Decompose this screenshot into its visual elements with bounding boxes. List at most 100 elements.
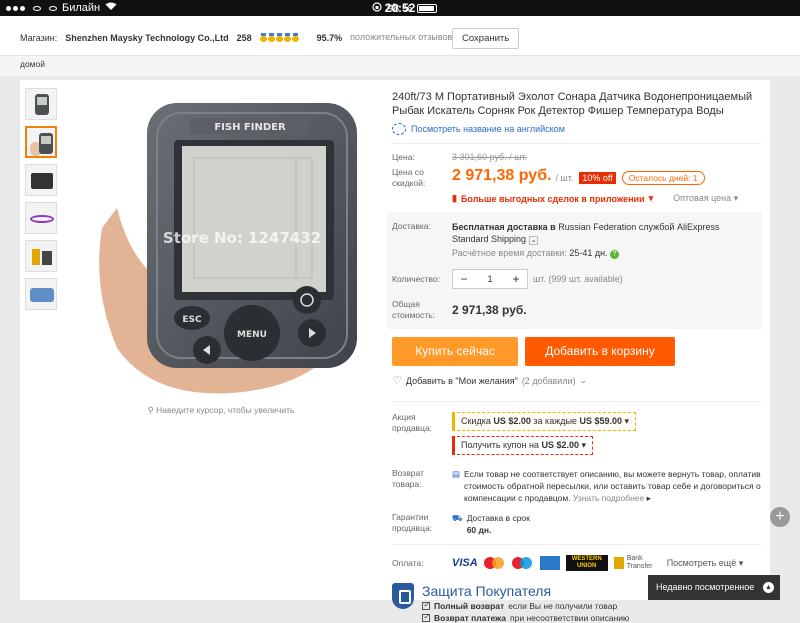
shipping-country[interactable]: Russian Federation (558, 222, 636, 232)
coupon-mid: за каждые (533, 416, 577, 426)
see-more-payments-link[interactable]: Посмотреть ещё ▾ (667, 558, 744, 569)
store-header: Магазин: Shenzhen Maysky Technology Co.,… (0, 16, 800, 56)
thumbnail-device-front[interactable] (25, 88, 57, 120)
chevron-up-icon[interactable]: ▲ (763, 582, 774, 593)
price-label: Цена: (392, 152, 415, 162)
battery-percent: 98 % (387, 2, 413, 15)
available-quantity: шт. (999 шт. available) (533, 274, 623, 284)
chevron-down-icon: ▾ (648, 193, 654, 203)
store-name-link[interactable]: Shenzhen Maysky Technology Co.,Ltd (65, 33, 228, 43)
app-deals-link[interactable]: ▮ Больше выгодных сделок в приложении ▾ (452, 193, 653, 204)
checkbox-icon (422, 600, 430, 610)
payment-label: Оплата: (392, 557, 424, 568)
protection-item-title: Полный возврат (434, 601, 505, 611)
shipping-service-prefix: службой (638, 222, 675, 232)
thumbnail-list (25, 88, 57, 316)
guarantee-label: Гарантии продавца: (392, 512, 433, 533)
see-more-text: Посмотреть ещё (666, 557, 737, 568)
recently-viewed-bar[interactable]: Недавно посмотренное ▲ (648, 575, 780, 600)
get-coupon-button[interactable]: Получить купон на US $2.00 ▾ (452, 436, 594, 455)
thumbnail-batteries[interactable] (25, 240, 57, 272)
days-left-badge: Осталось дней: 1 (621, 171, 705, 185)
translate-icon (392, 123, 406, 135)
protection-item-text: при несоответствии описанию (510, 613, 630, 623)
shield-icon (392, 583, 414, 609)
quantity-label: Количество: (392, 273, 441, 284)
price-unit: / шт. (555, 173, 574, 183)
chevron-down-icon: ▾ (624, 416, 630, 426)
protection-item-text: если Вы не получили товар (508, 601, 618, 611)
positive-feedback-dropdown[interactable]: положительных отзывов ⌄ (350, 32, 462, 43)
price-box: Цена: 3 301,60 руб. / шт. Цена со скидко… (392, 143, 762, 204)
device-label: FISH FINDER (214, 122, 286, 133)
view-english-title-link[interactable]: Посмотреть название на английском (392, 123, 762, 135)
original-price: 3 301,60 руб. / шт. (452, 152, 528, 162)
buy-now-button[interactable]: Купить сейчас (392, 337, 518, 366)
thumbnail-kit[interactable] (25, 278, 57, 310)
checkbox-icon (422, 612, 430, 622)
mastercard-icon (483, 556, 506, 570)
positive-feedback-label: положительных отзывов (350, 32, 453, 42)
heart-icon: ♡ (392, 375, 402, 387)
increase-quantity-button[interactable]: + (505, 272, 527, 286)
visa-icon: VISA (452, 557, 478, 569)
zoom-hint-text: Наведите курсор, чтобы увеличить (156, 405, 295, 415)
add-to-cart-button[interactable]: Добавить в корзину (525, 337, 675, 366)
promo-label: Акция продавца: (392, 412, 433, 433)
get-coupon-amount: US $2.00 (541, 440, 579, 450)
quantity-input[interactable]: 1 (475, 274, 505, 284)
discount-coupon[interactable]: Скидка US $2.00 за каждые US $59.00 ▾ (452, 412, 637, 431)
product-panel: FISH FINDER ESC MENU Store No: 1247432 ⚲… (20, 80, 770, 623)
buyer-protection-title: Защита Покупателя (422, 583, 552, 599)
discount-badge: 10% off (579, 172, 616, 184)
zoom-hint: ⚲ Наведите курсор, чтобы увеличить (62, 405, 380, 416)
protection-item: Возврат платежапри несоответствии описан… (422, 612, 630, 623)
on-time-delivery-days: 60 дн. (466, 525, 492, 535)
seller-promotions: Акция продавца: Скидка US $2.00 за кажды… (392, 401, 762, 460)
view-english-title-text: Посмотреть название на английском (411, 124, 565, 134)
maestro-icon (511, 556, 534, 570)
delivery-eta: 25-41 дн. (569, 248, 608, 258)
thumbnail-device-in-hand[interactable] (25, 126, 57, 158)
thumbnail-package[interactable] (25, 164, 57, 196)
bank-transfer-icon: Bank Transfer (613, 555, 655, 571)
quantity-stepper: − 1 + (452, 269, 528, 289)
chevron-down-icon: ▾ (581, 440, 587, 450)
add-to-wishlist-link[interactable]: ♡ Добавить в "Мои желания" (2 добавили) … (392, 374, 762, 387)
document-icon: ▤ (452, 469, 461, 479)
esc-key-label: ESC (182, 315, 202, 325)
app-deals-text: Больше выгодных сделок в приложении (460, 193, 645, 204)
wishlist-count: (2 добавили) (521, 375, 576, 386)
chevron-down-icon[interactable]: ⌄ (580, 375, 588, 386)
payment-methods: Оплата: VISA WESTERN UNION Bank Transfer… (392, 544, 762, 571)
on-time-delivery-text: Доставка в срок (466, 513, 530, 523)
phone-icon: ▮ (452, 193, 457, 203)
store-label: Магазин: (20, 32, 58, 43)
coupon-amount: US $2.00 (493, 416, 531, 426)
main-product-image[interactable]: FISH FINDER ESC MENU Store No: 1247432 (62, 88, 380, 406)
western-union-icon: WESTERN UNION (565, 555, 608, 571)
decrease-quantity-button[interactable]: − (453, 272, 475, 286)
help-icon[interactable]: ? (610, 250, 620, 259)
shipping-box: Доставка: Бесплатная доставка в Russian … (387, 212, 762, 329)
chevron-down-icon[interactable]: ⌄ (528, 236, 539, 245)
positive-feedback-percent: 95.7% (316, 32, 343, 43)
total-price: 2 971,38 руб. (452, 303, 527, 317)
magnifier-icon: ⚲ (147, 405, 154, 415)
wholesale-price-dropdown[interactable]: Оптовая цена ▾ (673, 193, 738, 204)
orientation-lock-icon (372, 2, 382, 15)
learn-more-link[interactable]: Узнать подробнее (573, 493, 644, 503)
plus-icon[interactable]: + (770, 507, 790, 527)
return-label: Возврат товара: (392, 468, 424, 489)
coupon-min: US $59.00 (579, 416, 622, 426)
wishlist-text: Добавить в "Мои желания" (405, 375, 518, 386)
coupon-prefix: Скидка (461, 416, 491, 426)
delivery-truck-icon: ⛟ (452, 513, 463, 523)
save-store-button[interactable]: Сохранить (452, 28, 520, 49)
bank-transfer-text: Bank Transfer (626, 555, 653, 570)
breadcrumb-home-link[interactable]: домой (20, 59, 45, 69)
free-shipping-text: Бесплатная доставка в (452, 222, 556, 232)
wholesale-price-text: Оптовая цена (673, 193, 732, 203)
recently-viewed-label: Недавно посмотренное (656, 582, 755, 592)
thumbnail-sensor-cable[interactable] (25, 202, 57, 234)
